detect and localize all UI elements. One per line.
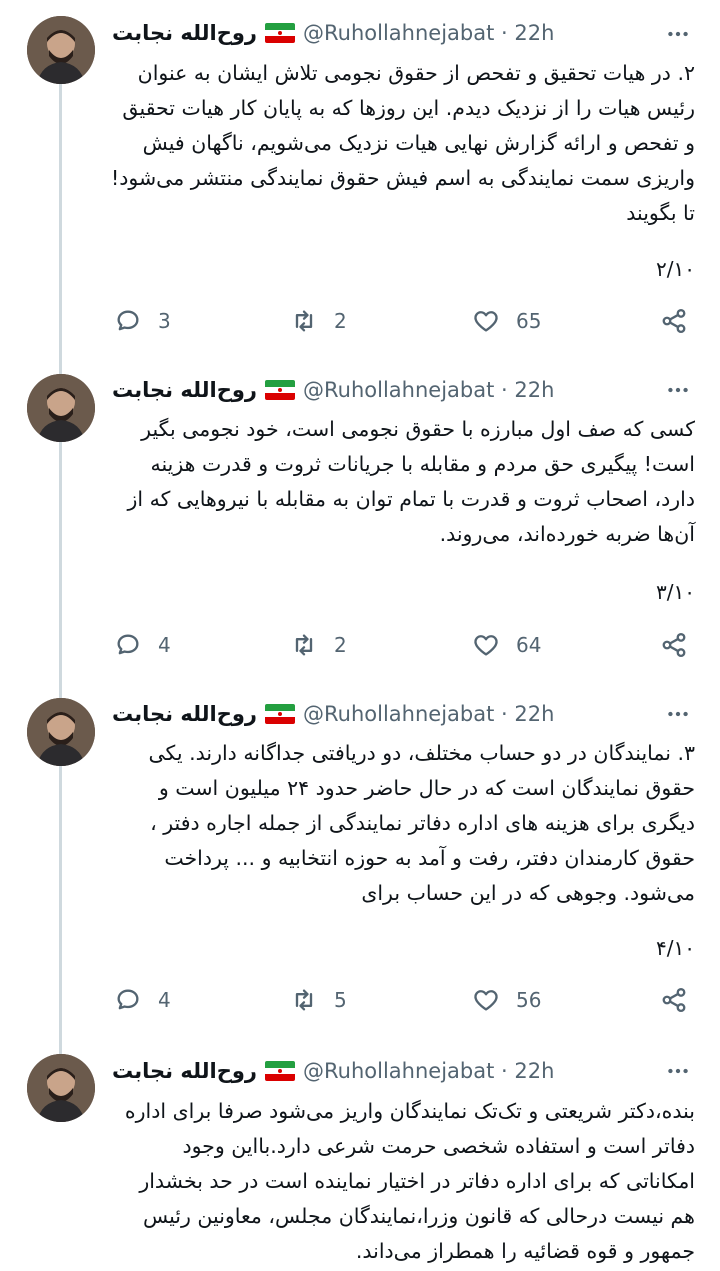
share-icon [662, 987, 686, 1013]
reply-icon [117, 989, 139, 1010]
retweet-count: 2 [334, 309, 347, 333]
avatar[interactable] [27, 374, 95, 442]
avatar[interactable] [27, 16, 95, 84]
tweet-header: روح‌الله نجابت @Ruhollahnejabat · 22h [112, 17, 658, 49]
author-name[interactable]: روح‌الله نجابت [112, 21, 257, 45]
action-bar: 3 2 65 [110, 304, 700, 338]
reply-count: 3 [158, 309, 171, 333]
tweet-text: ۳. نمایندگان در دو حساب مختلف، دو دریافت… [148, 741, 695, 905]
reply-count: 4 [158, 988, 171, 1012]
heart-icon [474, 635, 498, 656]
thread-line [59, 1028, 62, 1056]
share-icon [662, 308, 686, 334]
handle-time[interactable]: @Ruhollahnejabat · 22h [303, 21, 554, 45]
iran-flag-icon [265, 1061, 296, 1081]
handle-time[interactable]: @Ruhollahnejabat · 22h [303, 378, 554, 402]
more-icon[interactable] [664, 700, 692, 728]
retweet-icon [295, 634, 313, 656]
share-button[interactable] [660, 628, 688, 662]
share-icon [662, 632, 686, 658]
tweet-text: کسی که صف اول مبارزه با حقوق نجومی است، … [127, 417, 695, 546]
thread-counter: ۴/۱۰ [656, 936, 695, 960]
iran-flag-icon [265, 23, 296, 43]
handle-time[interactable]: @Ruhollahnejabat · 22h [303, 702, 554, 726]
reply-button[interactable]: 4 [114, 628, 171, 662]
action-bar: 4 5 56 [110, 983, 700, 1017]
heart-icon [474, 990, 498, 1011]
reply-button[interactable]: 4 [114, 983, 171, 1017]
iran-flag-icon [265, 380, 296, 400]
more-icon[interactable] [664, 376, 692, 404]
share-button[interactable] [660, 304, 688, 338]
retweet-icon [295, 989, 313, 1011]
avatar[interactable] [27, 698, 95, 766]
retweet-icon [295, 310, 313, 332]
avatar[interactable] [27, 1054, 95, 1122]
retweet-button[interactable]: 5 [290, 983, 347, 1017]
reply-icon [117, 310, 139, 331]
like-count: 56 [516, 988, 542, 1012]
tweet[interactable]: روح‌الله نجابت @Ruhollahnejabat · 22h ۲.… [0, 0, 720, 362]
tweet[interactable]: روح‌الله نجابت @Ruhollahnejabat · 22h بن… [0, 1028, 720, 1271]
like-count: 65 [516, 309, 542, 333]
iran-flag-icon [265, 704, 296, 724]
heart-icon [474, 311, 498, 332]
tweet-text: بنده،دکتر شریعتی و تک‌تک نمایندگان واریز… [124, 1099, 695, 1263]
tweet[interactable]: روح‌الله نجابت @Ruhollahnejabat · 22h ۳.… [0, 676, 720, 1038]
like-button[interactable]: 56 [472, 983, 541, 1017]
thread-line [59, 84, 62, 362]
action-bar: 4 2 64 [110, 628, 700, 662]
author-name[interactable]: روح‌الله نجابت [112, 378, 257, 402]
like-count: 64 [516, 633, 542, 657]
author-name[interactable]: روح‌الله نجابت [112, 702, 257, 726]
thread-counter: ۲/۱۰ [656, 257, 695, 281]
retweet-count: 5 [334, 988, 347, 1012]
retweet-button[interactable]: 2 [290, 304, 347, 338]
like-button[interactable]: 64 [472, 628, 541, 662]
handle-time[interactable]: @Ruhollahnejabat · 22h [303, 1059, 554, 1083]
more-icon[interactable] [664, 20, 692, 48]
tweet-text: ۲. در هیات تحقیق و تفحص از حقوق نجومی تل… [111, 61, 695, 225]
tweet-header: روح‌الله نجابت @Ruhollahnejabat · 22h [112, 374, 658, 406]
tweet[interactable]: روح‌الله نجابت @Ruhollahnejabat · 22h کس… [0, 352, 720, 686]
share-button[interactable] [660, 983, 688, 1017]
reply-count: 4 [158, 633, 171, 657]
reply-button[interactable]: 3 [114, 304, 171, 338]
author-name[interactable]: روح‌الله نجابت [112, 1059, 257, 1083]
tweet-header: روح‌الله نجابت @Ruhollahnejabat · 22h [112, 698, 658, 730]
reply-icon [117, 634, 139, 655]
thread-counter: ۳/۱۰ [656, 580, 695, 604]
retweet-count: 2 [334, 633, 347, 657]
retweet-button[interactable]: 2 [290, 628, 347, 662]
tweet-header: روح‌الله نجابت @Ruhollahnejabat · 22h [112, 1055, 658, 1087]
like-button[interactable]: 65 [472, 304, 541, 338]
more-icon[interactable] [664, 1057, 692, 1085]
